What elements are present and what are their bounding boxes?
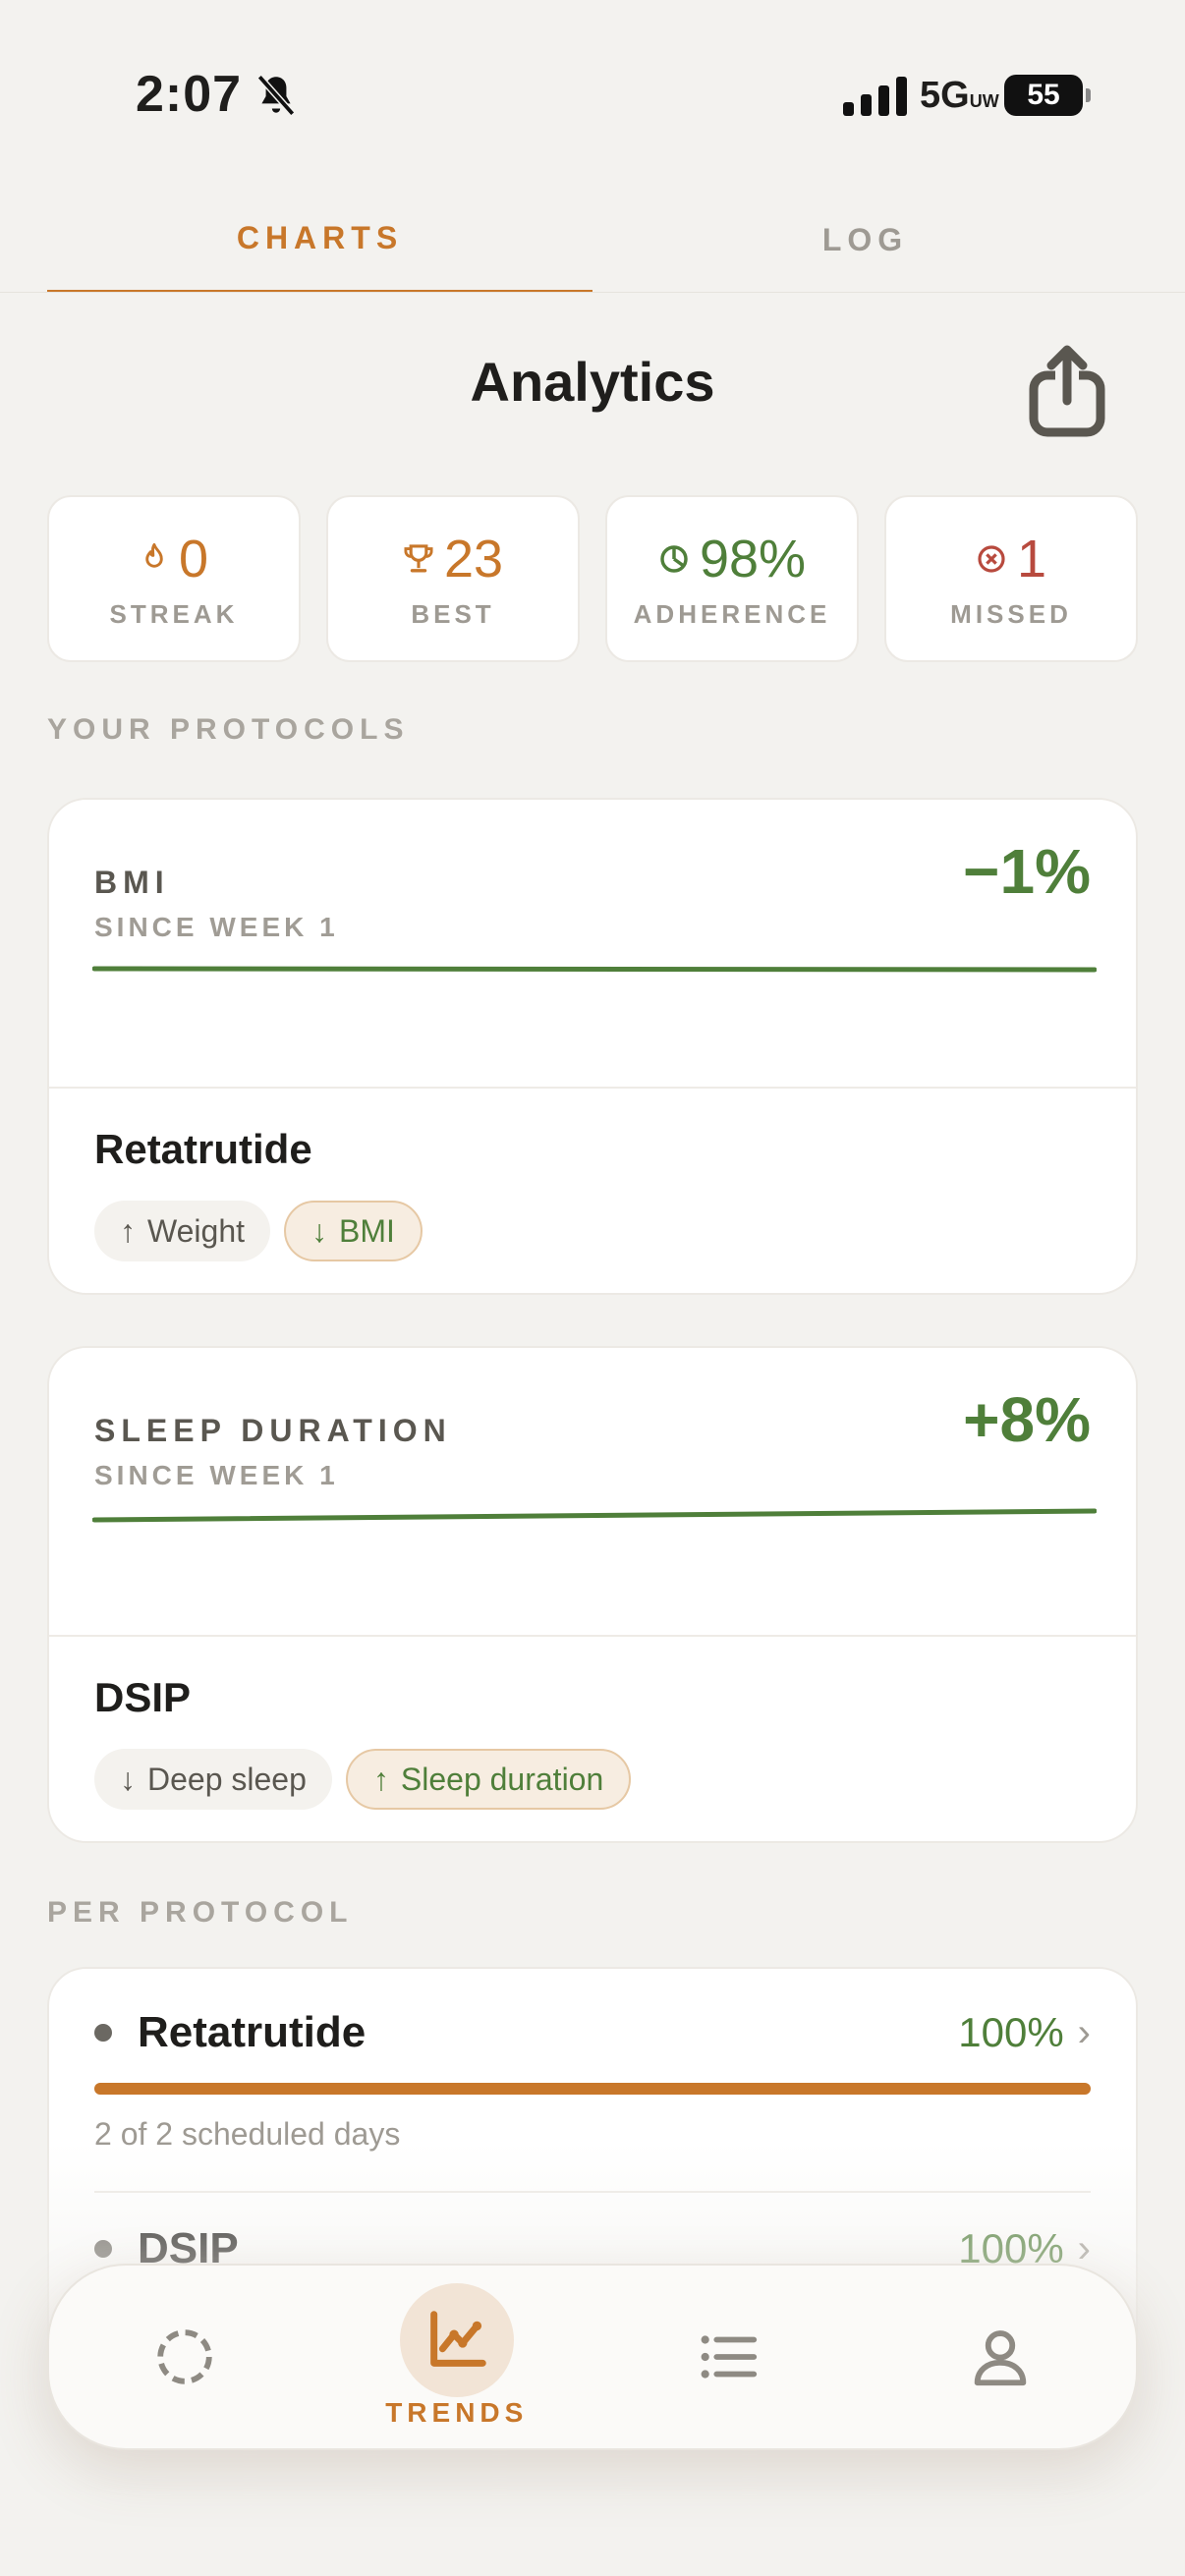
protocol-card-retatrutide[interactable]: BMI SINCE WEEK 1 −1% Retatrutide ↑ Weight…: [47, 798, 1138, 1295]
chevron-right-icon: ›: [1077, 2010, 1091, 2054]
network-label: 5GUW: [920, 75, 999, 116]
status-time: 2:07: [136, 66, 243, 123]
battery-icon: 55: [1004, 75, 1091, 116]
protocol-card-dsip[interactable]: SLEEP DURATION SINCE WEEK 1 +8% DSIP ↓ De…: [47, 1346, 1138, 1843]
chevron-right-icon: ›: [1077, 2226, 1091, 2270]
section-label-your-protocols: YOUR PROTOCOLS: [47, 713, 410, 746]
stat-missed: 1 MISSED: [884, 495, 1138, 662]
stat-label: MISSED: [950, 598, 1072, 629]
metric-label: BMI: [94, 865, 170, 900]
nav-list[interactable]: [592, 2266, 865, 2448]
arrow-up-icon: ↑: [372, 1761, 389, 1797]
protocol-name: DSIP: [94, 1674, 192, 1720]
chip-row: ↑ Weight ↓ BMI: [94, 1201, 423, 1261]
arrow-down-icon: ↓: [311, 1212, 328, 1249]
stat-value: 1: [1016, 529, 1047, 588]
protocol-name: Retatrutide: [94, 1126, 312, 1172]
delta-value: −1%: [963, 836, 1091, 907]
progress-fill: [94, 2083, 1091, 2095]
chip-label: Sleep duration: [400, 1761, 604, 1797]
stat-value: 98%: [699, 529, 807, 588]
stat-label: STREAK: [109, 598, 239, 629]
card-divider: [49, 1087, 1136, 1089]
share-icon[interactable]: [1028, 344, 1106, 438]
chip-deep-sleep[interactable]: ↓ Deep sleep: [94, 1749, 332, 1810]
pie-icon: [660, 544, 688, 573]
tab-log[interactable]: LOG: [592, 187, 1138, 293]
per-protocol-row-retatrutide[interactable]: Retatrutide 100% ›: [94, 1998, 1091, 2067]
card-divider: [49, 1635, 1136, 1637]
nav-label-trends: TRENDS: [385, 2397, 529, 2428]
nav-profile[interactable]: [865, 2266, 1137, 2448]
stat-best: 23 BEST: [326, 495, 580, 662]
scheduled-days-label: 2 of 2 scheduled days: [94, 2116, 401, 2152]
adherence-progress-bar: [94, 2083, 1091, 2095]
stat-value: 0: [178, 529, 209, 588]
stat-label: ADHERENCE: [633, 598, 831, 629]
signal-icon: [843, 75, 907, 116]
status-dot: [94, 2240, 112, 2258]
since-label: SINCE WEEK 1: [94, 912, 339, 942]
protocol-percent: 100%: [958, 2009, 1064, 2055]
page-title: Analytics: [470, 351, 715, 413]
chip-bmi[interactable]: ↓ BMI: [284, 1201, 423, 1261]
stat-label: BEST: [411, 598, 495, 629]
trend-sparkline: [92, 1508, 1097, 1523]
tab-bar: CHARTS LOG: [47, 187, 1138, 293]
chip-sleep-duration[interactable]: ↑ Sleep duration: [345, 1749, 632, 1810]
status-dot: [94, 2024, 112, 2042]
tab-charts[interactable]: CHARTS: [47, 187, 592, 293]
list-icon: [701, 2335, 758, 2379]
stat-adherence: 98% ADHERENCE: [605, 495, 859, 662]
x-circle-icon: [978, 544, 1005, 573]
chip-label: BMI: [339, 1212, 395, 1249]
delta-value: +8%: [963, 1384, 1091, 1455]
dashed-circle-icon: [157, 2329, 212, 2384]
tab-divider: [0, 292, 1185, 293]
metric-label: SLEEP DURATION: [94, 1413, 452, 1448]
trends-chart-icon: [429, 2311, 486, 2367]
nav-today[interactable]: [49, 2266, 321, 2448]
flame-icon: [145, 542, 163, 568]
chip-label: Weight: [147, 1212, 246, 1249]
since-label: SINCE WEEK 1: [94, 1460, 339, 1490]
stat-value: 23: [443, 529, 504, 588]
stats-row: 0 STREAK 23 BEST 98% ADHERENCE 1 MISSED: [47, 495, 1138, 662]
chip-row: ↓ Deep sleep ↑ Sleep duration: [94, 1749, 632, 1810]
status-bar: 2:07 5GUW 55: [0, 0, 1185, 187]
trophy-icon: [404, 543, 433, 572]
bottom-nav: TRENDS: [47, 2264, 1138, 2450]
row-divider: [94, 2191, 1091, 2193]
nav-trends[interactable]: TRENDS: [321, 2266, 593, 2448]
trend-sparkline: [92, 966, 1097, 973]
arrow-up-icon: ↑: [120, 1212, 136, 1249]
profile-icon: [974, 2330, 1026, 2386]
bell-muted-icon: [256, 75, 296, 116]
stat-streak: 0 STREAK: [47, 495, 301, 662]
arrow-down-icon: ↓: [120, 1761, 136, 1797]
chip-weight[interactable]: ↑ Weight: [94, 1201, 271, 1261]
chip-label: Deep sleep: [147, 1761, 307, 1797]
protocol-name: Retatrutide: [138, 2008, 367, 2056]
section-label-per-protocol: PER PROTOCOL: [47, 1896, 354, 1929]
